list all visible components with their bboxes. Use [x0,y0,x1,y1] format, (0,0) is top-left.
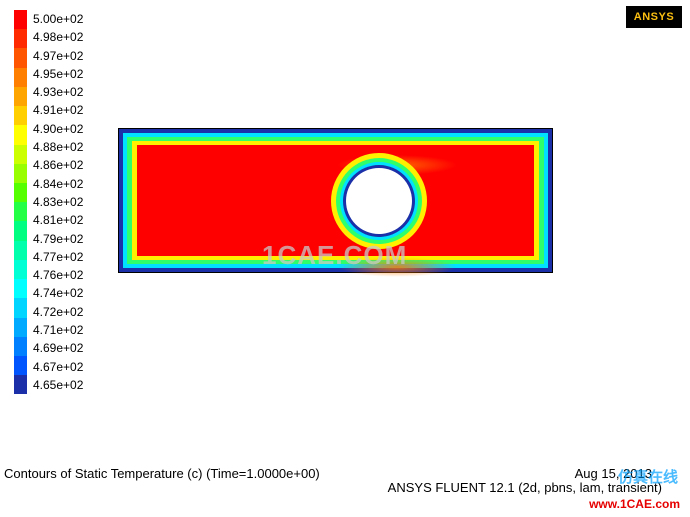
legend-color-swatch [14,298,27,317]
legend-tick-label: 4.77e+02 [33,248,83,266]
legend-tick-label: 4.67e+02 [33,358,83,376]
legend-color-swatch [14,48,27,67]
legend-color-swatch [14,221,27,240]
legend-tick-label: 4.72e+02 [33,303,83,321]
legend-labels: 5.00e+024.98e+024.97e+024.95e+024.93e+02… [33,10,83,394]
legend-colorbar [14,10,27,394]
legend-color-swatch [14,68,27,87]
legend-color-swatch [14,375,27,394]
legend-tick-label: 4.97e+02 [33,47,83,65]
legend-color-swatch [14,356,27,375]
legend-tick-label: 4.93e+02 [33,83,83,101]
legend-tick-label: 4.95e+02 [33,65,83,83]
plot-title: Contours of Static Temperature (c) (Time… [4,466,320,481]
watermark-overlay: 仿真在线 [618,466,678,487]
legend-tick-label: 5.00e+02 [33,10,83,28]
legend-tick-label: 4.86e+02 [33,156,83,174]
legend-color-swatch [14,318,27,337]
legend-tick-label: 4.81e+02 [33,211,83,229]
legend-color-swatch [14,260,27,279]
legend-color-swatch [14,125,27,144]
legend-tick-label: 4.88e+02 [33,138,83,156]
legend-color-swatch [14,202,27,221]
legend-color-swatch [14,87,27,106]
legend-tick-label: 4.76e+02 [33,266,83,284]
watermark-url: www.1CAE.com [589,497,680,511]
legend-color-swatch [14,279,27,298]
legend-color-swatch [14,106,27,125]
legend-color-swatch [14,10,27,29]
legend-tick-label: 4.83e+02 [33,193,83,211]
watermark-center: 1CAE.COM [262,240,407,271]
legend-tick-label: 4.79e+02 [33,230,83,248]
legend-color-swatch [14,145,27,164]
ansys-logo: ANSYS [626,6,682,28]
legend-tick-label: 4.91e+02 [33,101,83,119]
legend-tick-label: 4.65e+02 [33,376,83,394]
legend-color-swatch [14,337,27,356]
legend-color-swatch [14,164,27,183]
legend-tick-label: 4.69e+02 [33,339,83,357]
legend-tick-label: 4.98e+02 [33,28,83,46]
legend-tick-label: 4.74e+02 [33,284,83,302]
legend: 5.00e+024.98e+024.97e+024.95e+024.93e+02… [14,10,83,394]
legend-tick-label: 4.90e+02 [33,120,83,138]
legend-color-swatch [14,241,27,260]
legend-tick-label: 4.84e+02 [33,175,83,193]
legend-color-swatch [14,29,27,48]
legend-tick-label: 4.71e+02 [33,321,83,339]
hole-interior [346,168,412,234]
legend-color-swatch [14,183,27,202]
